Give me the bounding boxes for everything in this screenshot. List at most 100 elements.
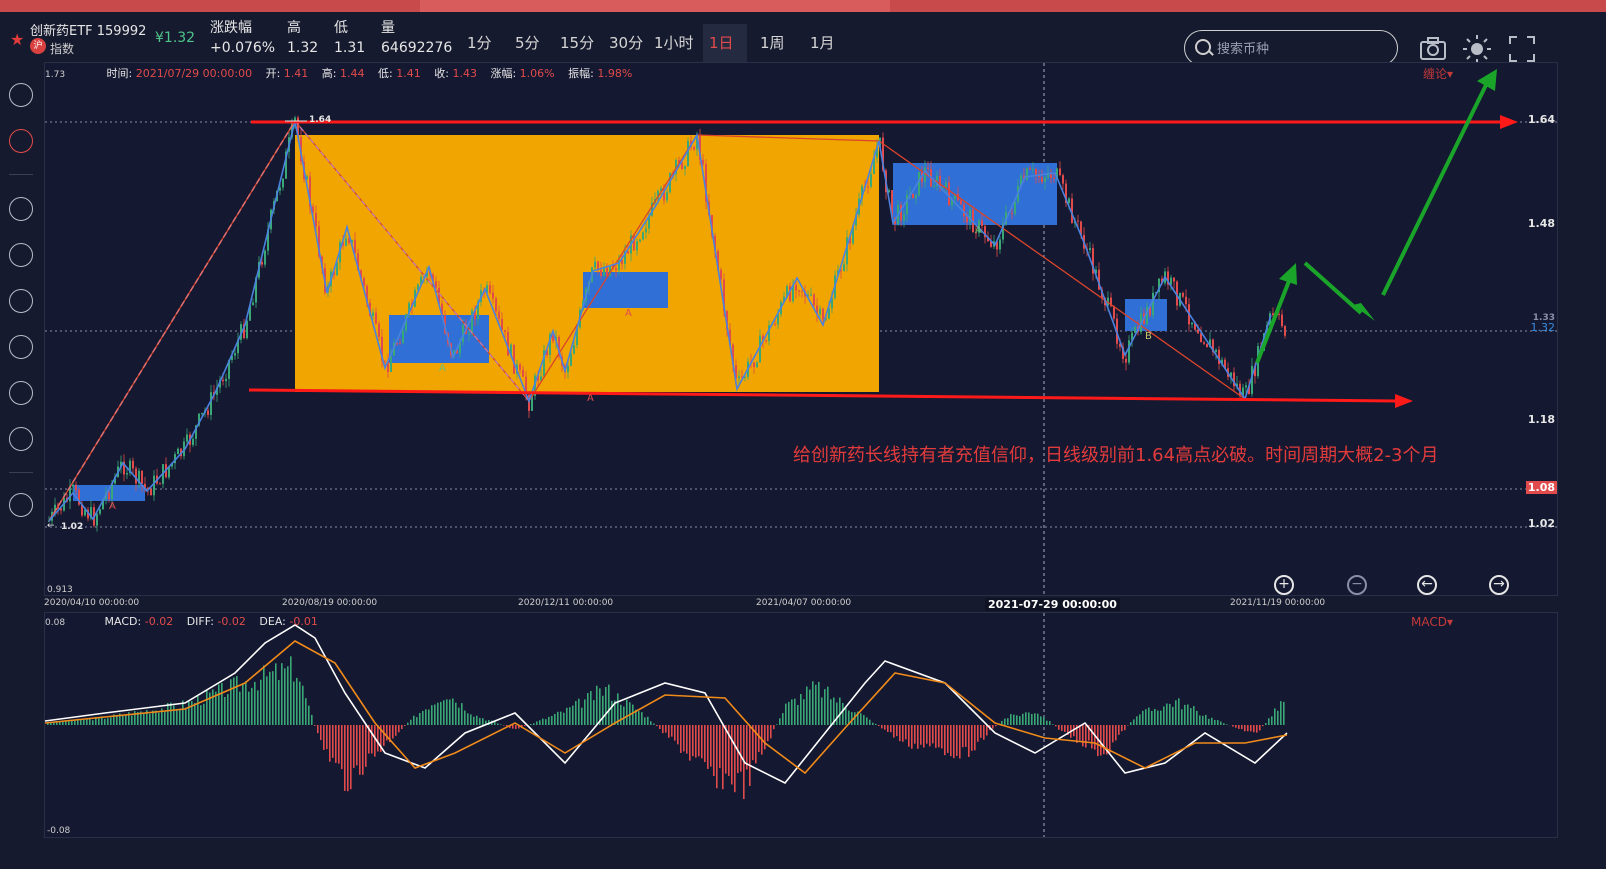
macd-bar bbox=[353, 725, 355, 768]
macd-bar bbox=[1016, 715, 1018, 725]
period-1day[interactable]: 1日 bbox=[703, 24, 747, 62]
low-marker-arrow-icon: ← bbox=[47, 521, 55, 531]
candle-body bbox=[504, 329, 506, 332]
low-label: 低 bbox=[334, 20, 348, 36]
macd-bar bbox=[68, 721, 70, 725]
macd-bar bbox=[431, 705, 433, 725]
candle-body bbox=[756, 362, 758, 368]
macd-indicator-label: MACD bbox=[1410, 615, 1447, 629]
candle-body bbox=[1128, 340, 1130, 363]
macd-bar bbox=[122, 715, 124, 725]
curve-icon[interactable] bbox=[9, 289, 33, 313]
toolbar-divider bbox=[9, 472, 33, 473]
macd-bar bbox=[467, 713, 469, 725]
rectangle-icon[interactable] bbox=[9, 243, 33, 267]
candle-body bbox=[573, 345, 575, 354]
zoom-in-icon[interactable]: + bbox=[1274, 575, 1294, 595]
macd-bar bbox=[764, 725, 766, 750]
fullscreen-icon[interactable] bbox=[1507, 34, 1537, 64]
macd-bar bbox=[1253, 725, 1255, 733]
period-30min[interactable]: 30分 bbox=[603, 24, 649, 62]
scroll-left-icon[interactable]: ← bbox=[1417, 575, 1437, 595]
macd-top-value: 0.08 bbox=[45, 618, 66, 628]
macd-bar bbox=[719, 725, 721, 769]
axis-label-1-48: 1.48 bbox=[1527, 217, 1555, 230]
candle-body bbox=[1089, 248, 1091, 251]
period-5min[interactable]: 5分 bbox=[509, 24, 546, 62]
macd-bar bbox=[1268, 718, 1270, 725]
macd-bar bbox=[452, 698, 454, 725]
macd-bar bbox=[659, 725, 661, 730]
candle-body bbox=[645, 228, 647, 233]
macd-bar bbox=[266, 676, 268, 725]
macd-bar bbox=[125, 715, 127, 725]
macd-bar bbox=[626, 699, 628, 725]
main-indicator-select[interactable]: 缠论▾ bbox=[1423, 65, 1453, 82]
macd-bar bbox=[554, 713, 556, 725]
low-stat: 低 1.31 bbox=[334, 18, 365, 58]
line-icon[interactable] bbox=[9, 197, 33, 221]
macd-bar bbox=[830, 699, 832, 725]
period-1month[interactable]: 1月 bbox=[804, 24, 841, 62]
macd-bar bbox=[173, 705, 175, 725]
macd-bar bbox=[866, 717, 868, 725]
candle-body bbox=[1125, 358, 1127, 363]
fib-icon[interactable] bbox=[9, 381, 33, 405]
macd-bar bbox=[1049, 721, 1051, 725]
camera-icon[interactable] bbox=[1418, 34, 1448, 64]
price-chart[interactable]: 1.73 时间: 2021/07/29 00:00:00 开: 1.41 高: … bbox=[44, 62, 1558, 596]
candle-body bbox=[819, 308, 821, 315]
macd-bar bbox=[803, 699, 805, 725]
candle-body bbox=[666, 192, 668, 201]
candle-body bbox=[1281, 314, 1283, 327]
macd-bar bbox=[1163, 706, 1165, 725]
macd-bar bbox=[638, 711, 640, 725]
search-box[interactable] bbox=[1184, 30, 1398, 66]
macd-chart[interactable]: 0.08 MACD: -0.02 DIFF: -0.02 DEA: -0.01 … bbox=[44, 612, 1558, 838]
cursor-icon[interactable] bbox=[9, 83, 33, 107]
candle-body bbox=[201, 412, 203, 414]
macd-value: -0.02 bbox=[144, 615, 174, 628]
crosshair-icon[interactable] bbox=[9, 129, 33, 153]
brightness-icon[interactable] bbox=[1462, 34, 1492, 64]
period-1min[interactable]: 1分 bbox=[461, 24, 498, 62]
candle-body bbox=[918, 172, 920, 196]
period-1week[interactable]: 1周 bbox=[754, 24, 791, 62]
macd-bar bbox=[1028, 712, 1030, 725]
macd-bar bbox=[110, 717, 112, 725]
macd-bar bbox=[299, 681, 301, 725]
macd-bar bbox=[980, 725, 982, 738]
macd-indicator-select[interactable]: MACD▾ bbox=[1411, 615, 1453, 629]
macd-bar bbox=[1010, 714, 1012, 725]
ruler-icon[interactable] bbox=[9, 427, 33, 451]
search-input[interactable] bbox=[1215, 37, 1389, 61]
candle-body bbox=[1200, 333, 1202, 343]
zoom-out-icon[interactable]: − bbox=[1347, 575, 1367, 595]
axis-label-1-08: 1.08 bbox=[1525, 481, 1557, 494]
macd-bar bbox=[647, 716, 649, 725]
macd-bar bbox=[773, 725, 775, 730]
period-15min[interactable]: 15分 bbox=[554, 24, 600, 62]
close-label: 收: bbox=[434, 67, 449, 80]
candle-body bbox=[498, 311, 500, 319]
macd-bar bbox=[377, 725, 379, 752]
macd-bar bbox=[707, 725, 709, 769]
candle-body bbox=[153, 475, 155, 496]
scroll-right-icon[interactable]: → bbox=[1489, 575, 1509, 595]
clock-icon[interactable] bbox=[9, 493, 33, 517]
candle-body bbox=[810, 294, 812, 296]
macd-bar bbox=[476, 715, 478, 725]
macd-bar bbox=[1142, 710, 1144, 725]
macd-bar bbox=[941, 725, 943, 749]
macd-bar bbox=[413, 715, 415, 725]
open-value: 1.41 bbox=[283, 67, 309, 80]
period-1hour[interactable]: 1小时 bbox=[648, 24, 700, 62]
candle-body bbox=[390, 355, 392, 372]
macd-bar bbox=[542, 718, 544, 725]
vertical-line-icon[interactable] bbox=[9, 335, 33, 359]
candle-body bbox=[1011, 212, 1013, 214]
candle-body bbox=[867, 186, 869, 188]
macd-info-bar: 0.08 MACD: -0.02 DIFF: -0.02 DEA: -0.01 bbox=[45, 615, 318, 628]
favorite-star-icon[interactable]: ★ bbox=[10, 30, 24, 49]
macd-bar bbox=[950, 725, 952, 757]
